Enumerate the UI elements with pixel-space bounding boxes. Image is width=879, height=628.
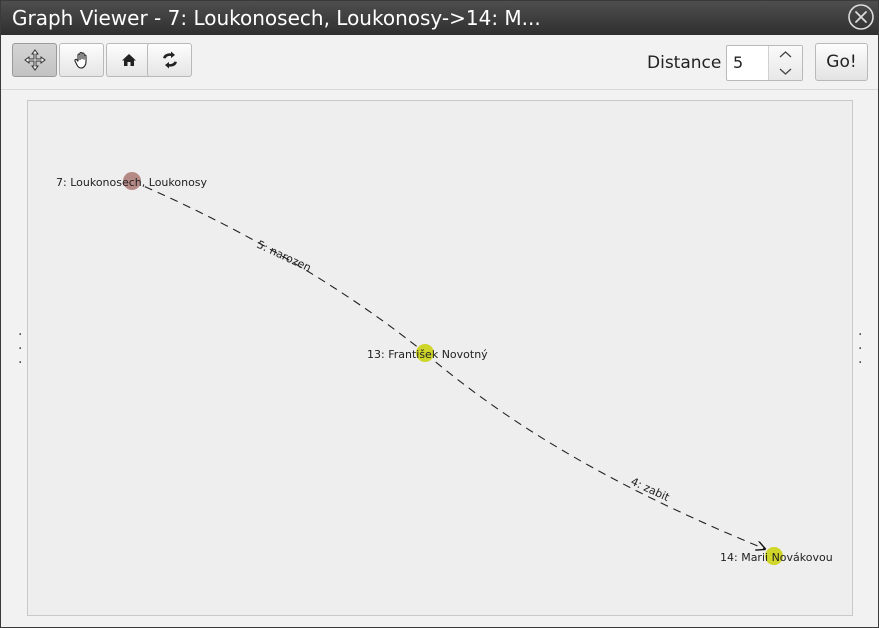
hand-icon	[73, 51, 87, 69]
right-resize-handle[interactable]: · · ·	[858, 328, 864, 370]
node-label: 13: František Novotný	[367, 348, 488, 361]
edge-label: 4: zabit	[629, 475, 672, 504]
refresh-tool-button[interactable]	[147, 43, 192, 77]
move-arrows-icon	[23, 49, 46, 71]
graph-viewer-window: Graph Viewer - 7: Loukonosech, Loukonosy…	[0, 0, 879, 628]
node-label: 7: Loukonosech, Loukonosy	[56, 176, 208, 189]
move-tool-button[interactable]	[12, 43, 57, 77]
graph-edge[interactable]	[131, 180, 426, 354]
spinner-up-icon[interactable]	[769, 46, 802, 63]
graph-svg[interactable]: 5: narozen 4: zabit 7: Loukonosech, Louk…	[28, 101, 852, 615]
graph-edge[interactable]	[424, 352, 765, 549]
left-resize-handle[interactable]: · · ·	[18, 328, 24, 370]
node-label: 14: Marii Novákovou	[720, 551, 833, 564]
close-icon	[848, 4, 874, 30]
window-title: Graph Viewer - 7: Loukonosech, Loukonosy…	[12, 6, 541, 30]
spinner-down-icon[interactable]	[769, 63, 802, 80]
home-icon	[121, 54, 136, 66]
edge-label: 5: narozen	[255, 238, 313, 274]
distance-value[interactable]: 5	[733, 53, 743, 72]
refresh-icon	[162, 51, 177, 69]
home-tool-button[interactable]	[106, 43, 151, 77]
go-button[interactable]: Go!	[815, 43, 868, 81]
title-bar[interactable]: Graph Viewer - 7: Loukonosech, Loukonosy…	[1, 1, 878, 35]
distance-label: Distance	[647, 53, 722, 73]
distance-spinner[interactable]: 5	[726, 45, 803, 81]
toolbar: Distance 5 Go!	[1, 35, 878, 90]
spinner-arrows[interactable]	[768, 46, 802, 80]
go-button-label: Go!	[826, 52, 857, 72]
graph-canvas[interactable]: 5: narozen 4: zabit 7: Loukonosech, Louk…	[27, 100, 853, 616]
pan-tool-button[interactable]	[59, 43, 104, 77]
close-button[interactable]	[847, 3, 875, 31]
